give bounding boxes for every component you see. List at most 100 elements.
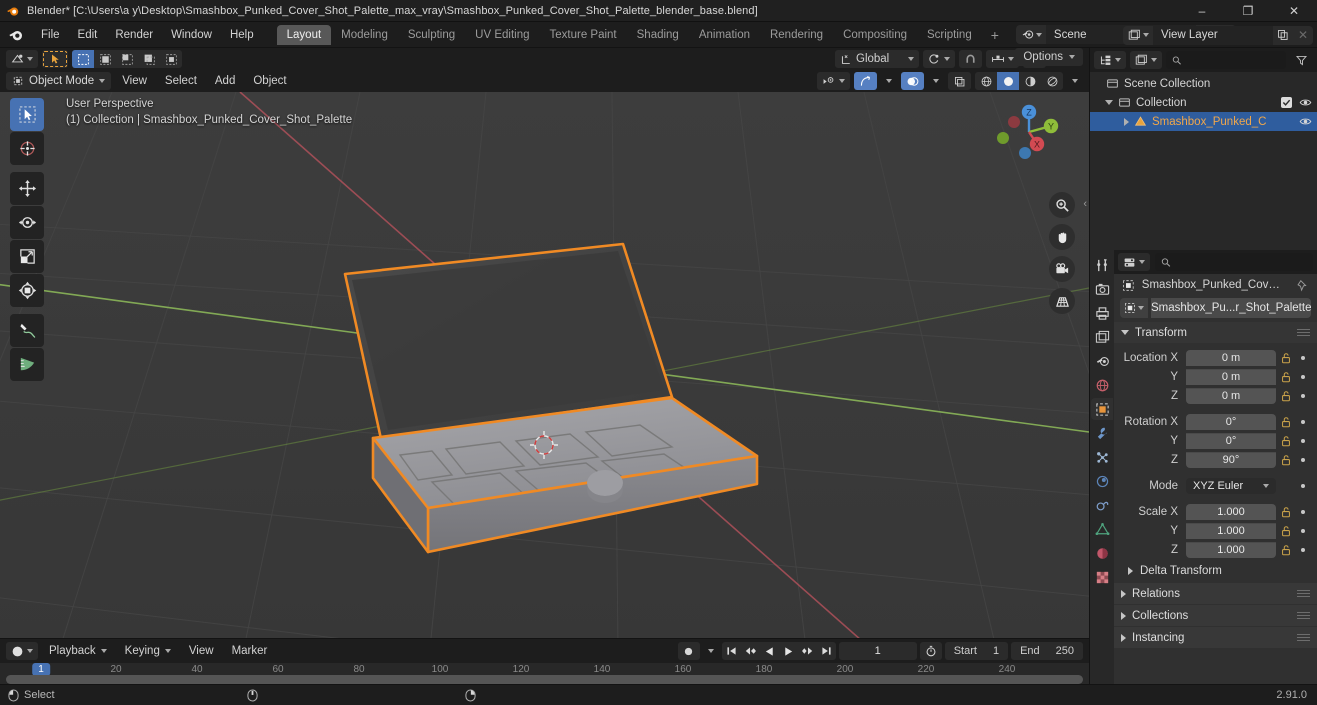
play-reverse-button[interactable] (760, 642, 779, 660)
output-tab[interactable] (1091, 302, 1113, 324)
menu-render[interactable]: Render (106, 26, 162, 44)
location-x-animate[interactable] (1295, 355, 1311, 360)
scale-z-field[interactable]: 1.000 (1186, 541, 1276, 558)
workspace-tab-uv-editing[interactable]: UV Editing (465, 25, 539, 45)
scale-x-lock[interactable] (1276, 506, 1295, 518)
transform-panel-header[interactable]: Transform (1114, 322, 1317, 343)
rotation-x-field[interactable]: 0° (1186, 413, 1276, 430)
scale-z-animate[interactable] (1295, 547, 1311, 552)
material-tab[interactable] (1091, 542, 1113, 564)
scene-tab[interactable] (1091, 350, 1113, 372)
viewport-menu-add[interactable]: Add (208, 73, 242, 89)
rotation-y-lock[interactable] (1276, 435, 1295, 447)
active-tool-button[interactable] (42, 50, 68, 68)
previous-keyframe-button[interactable] (741, 642, 760, 660)
rotation-mode-animate[interactable] (1295, 483, 1311, 488)
location-z-animate[interactable] (1295, 393, 1311, 398)
auto-keying-button[interactable] (677, 642, 700, 660)
scale-z-lock[interactable] (1276, 544, 1295, 556)
workspace-tab-compositing[interactable]: Compositing (833, 25, 917, 45)
rotation-mode-dropdown[interactable]: XYZ Euler (1186, 477, 1276, 494)
disclosure-triangle-icon[interactable] (1124, 117, 1129, 126)
scene-browse-button[interactable] (1015, 25, 1046, 44)
blender-menu-icon[interactable] (8, 27, 24, 43)
scale-x-field[interactable]: 1.000 (1186, 503, 1276, 520)
collections-panel-header[interactable]: Collections (1114, 605, 1317, 626)
interaction-mode-button[interactable]: Object Mode (6, 72, 112, 90)
location-y-field[interactable]: 0 m (1186, 368, 1276, 385)
outliner-row-collection[interactable]: Collection (1090, 93, 1317, 112)
scale-y-lock[interactable] (1276, 525, 1295, 537)
workspace-tab-shading[interactable]: Shading (627, 25, 689, 45)
current-frame-field[interactable]: 1 (838, 642, 917, 660)
zoom-view-button[interactable] (1049, 192, 1075, 218)
select-extend-button[interactable] (94, 50, 116, 68)
physics-tab[interactable] (1091, 470, 1113, 492)
frame-end-field[interactable]: End 250 (1011, 642, 1083, 660)
viewport-menu-object[interactable]: Object (246, 73, 293, 89)
timeline-scrollbar[interactable] (6, 675, 1083, 684)
toggle-perspective-button[interactable] (1049, 288, 1075, 314)
properties-search-box[interactable] (1155, 253, 1313, 271)
workspace-tab-sculpting[interactable]: Sculpting (398, 25, 465, 45)
outliner-display-mode-button[interactable] (1130, 51, 1162, 69)
pin-icon[interactable] (1296, 279, 1309, 292)
solid-shading-button[interactable] (997, 72, 1019, 90)
select-invert-button[interactable] (138, 50, 160, 68)
workspace-tab-rendering[interactable]: Rendering (760, 25, 833, 45)
texture-tab[interactable] (1091, 566, 1113, 588)
world-tab[interactable] (1091, 374, 1113, 396)
outliner-editor-type-button[interactable] (1094, 51, 1126, 69)
timeline-menu-playback[interactable]: Playback (42, 643, 114, 659)
move-view-button[interactable] (1049, 224, 1075, 250)
object-browse-button[interactable] (1120, 298, 1148, 318)
jump-to-end-button[interactable] (817, 642, 836, 660)
gizmo-options-button[interactable] (881, 72, 897, 90)
timeline-menu-marker[interactable]: Marker (225, 643, 275, 659)
measure-tool[interactable] (10, 348, 44, 381)
object-tab[interactable] (1091, 398, 1113, 420)
rotation-z-animate[interactable] (1295, 457, 1311, 462)
rotation-x-lock[interactable] (1276, 416, 1295, 428)
workspace-tab-modeling[interactable]: Modeling (331, 25, 398, 45)
instancing-panel-header[interactable]: Instancing (1114, 627, 1317, 648)
scale-y-animate[interactable] (1295, 528, 1311, 533)
next-keyframe-button[interactable] (798, 642, 817, 660)
3d-viewport[interactable]: User Perspective (1) Collection | Smashb… (0, 92, 1089, 638)
snap-to-button[interactable] (986, 50, 1019, 68)
material-preview-button[interactable] (1019, 72, 1041, 90)
rotation-z-lock[interactable] (1276, 454, 1295, 466)
new-view-layer-button[interactable] (1273, 25, 1293, 45)
rotation-y-field[interactable]: 0° (1186, 432, 1276, 449)
outliner-search-input[interactable] (1185, 54, 1280, 66)
menu-file[interactable]: File (32, 26, 69, 44)
sidebar-toggle-arrow-icon[interactable]: ‹ (1083, 198, 1087, 210)
workspace-tab-texture-paint[interactable]: Texture Paint (540, 25, 627, 45)
scale-x-animate[interactable] (1295, 509, 1311, 514)
view-layer-name-field[interactable]: View Layer (1153, 25, 1273, 45)
rotation-z-field[interactable]: 90° (1186, 451, 1276, 468)
location-x-lock[interactable] (1276, 352, 1295, 364)
overlays-options-button[interactable] (928, 72, 944, 90)
select-box-tool[interactable] (10, 98, 44, 131)
outliner-row-object[interactable]: Smashbox_Punked_C (1090, 112, 1317, 131)
transform-orientation-button[interactable]: Global (835, 50, 919, 68)
menu-window[interactable]: Window (162, 26, 221, 44)
location-x-field[interactable]: 0 m (1186, 349, 1276, 366)
eye-icon[interactable] (1299, 115, 1312, 128)
tool-tab[interactable] (1091, 254, 1113, 276)
location-z-field[interactable]: 0 m (1186, 387, 1276, 404)
remove-view-layer-button[interactable]: ✕ (1293, 25, 1313, 45)
transform-tool[interactable] (10, 274, 44, 307)
scale-tool[interactable] (10, 240, 44, 273)
wireframe-shading-button[interactable] (975, 72, 997, 90)
rotate-tool[interactable] (10, 206, 44, 239)
timeline-menu-view[interactable]: View (182, 643, 221, 659)
scale-y-field[interactable]: 1.000 (1186, 522, 1276, 539)
view-layer-tab[interactable] (1091, 326, 1113, 348)
location-z-lock[interactable] (1276, 390, 1295, 402)
object-data-tab[interactable] (1091, 518, 1113, 540)
rotation-y-animate[interactable] (1295, 438, 1311, 443)
particles-tab[interactable] (1091, 446, 1113, 468)
properties-search-input[interactable] (1174, 256, 1307, 268)
